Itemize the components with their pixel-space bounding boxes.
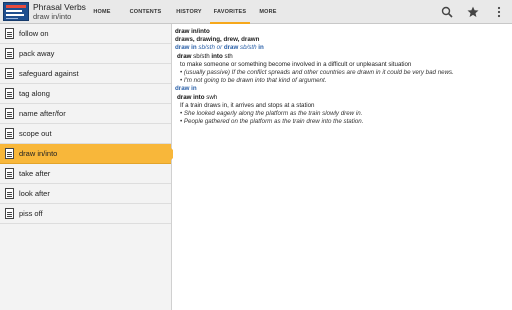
list-item-label: draw in/into [19, 149, 58, 158]
list-item-label: tag along [19, 89, 50, 98]
tab-history[interactable]: HISTORY [171, 0, 207, 24]
tab-home[interactable]: HOME [84, 0, 120, 24]
list-item-label: scope out [19, 129, 52, 138]
tab-bar: HOME CONTENTS HISTORY FAVORITES MORE [84, 0, 283, 24]
list-item[interactable]: scope out [0, 124, 171, 144]
document-icon [5, 108, 14, 119]
list-item-label: piss off [19, 209, 43, 218]
list-item-label: follow on [19, 29, 49, 38]
action-bar: Phrasal Verbs draw in/into HOME CONTENTS… [0, 0, 512, 24]
dictionary-app-icon[interactable] [3, 2, 29, 21]
list-item[interactable]: safeguard against [0, 64, 171, 84]
document-icon [5, 128, 14, 139]
entry-headword: draw in/into [175, 28, 210, 35]
sense-2-pattern: draw into swh [177, 93, 218, 101]
list-item[interactable]: look after [0, 184, 171, 204]
tab-contents[interactable]: CONTENTS [120, 0, 171, 24]
document-icon [5, 168, 14, 179]
overflow-menu-icon[interactable] [486, 0, 512, 24]
document-icon [5, 48, 14, 59]
list-item[interactable]: pack away [0, 44, 171, 64]
sense-2-example: • People gathered on the platform as the… [180, 118, 364, 126]
list-item-label: name after/for [19, 109, 66, 118]
star-icon[interactable] [460, 0, 486, 24]
sense-1-pattern: draw sb/sth into sth [177, 52, 233, 60]
tab-more[interactable]: MORE [253, 0, 283, 24]
action-buttons [434, 0, 512, 24]
list-item[interactable]: follow on [0, 24, 171, 44]
favorites-list: follow on pack away safeguard against ta… [0, 24, 177, 310]
list-item[interactable]: piss off [0, 204, 171, 224]
document-icon [5, 208, 14, 219]
list-item-label: take after [19, 169, 51, 178]
list-item-selected[interactable]: draw in/into [0, 144, 177, 164]
entry-content: draw in/into draws, drawing, drew, drawn… [173, 24, 512, 310]
app-subtitle: draw in/into [33, 12, 72, 21]
list-item-label: safeguard against [19, 69, 79, 78]
sense-2-definition: If a train draws in, it arrives and stop… [180, 101, 315, 109]
sense-2-example: • She looked eagerly along the platform … [180, 110, 363, 118]
sense-1-header: draw in sb/sth or draw sb/sth in [175, 44, 264, 52]
sense-2-header: draw in [175, 85, 197, 93]
document-icon [5, 148, 14, 159]
document-icon [5, 68, 14, 79]
sense-1-definition: to make someone or something become invo… [180, 60, 412, 68]
document-icon [5, 88, 14, 99]
list-item[interactable]: name after/for [0, 104, 171, 124]
search-icon[interactable] [434, 0, 460, 24]
list-item[interactable]: tag along [0, 84, 171, 104]
document-icon [5, 28, 14, 39]
tab-favorites[interactable]: FAVORITES [207, 0, 253, 24]
list-item[interactable]: take after [0, 164, 171, 184]
sense-1-example: • (usually passive) If the conflict spre… [180, 69, 454, 77]
list-item-label: look after [19, 189, 50, 198]
document-icon [5, 188, 14, 199]
app-title: Phrasal Verbs [33, 2, 86, 12]
sense-1-example: • I'm not going to be drawn into that ki… [180, 77, 327, 85]
list-item-label: pack away [19, 49, 55, 58]
entry-forms: draws, drawing, drew, drawn [175, 36, 260, 44]
